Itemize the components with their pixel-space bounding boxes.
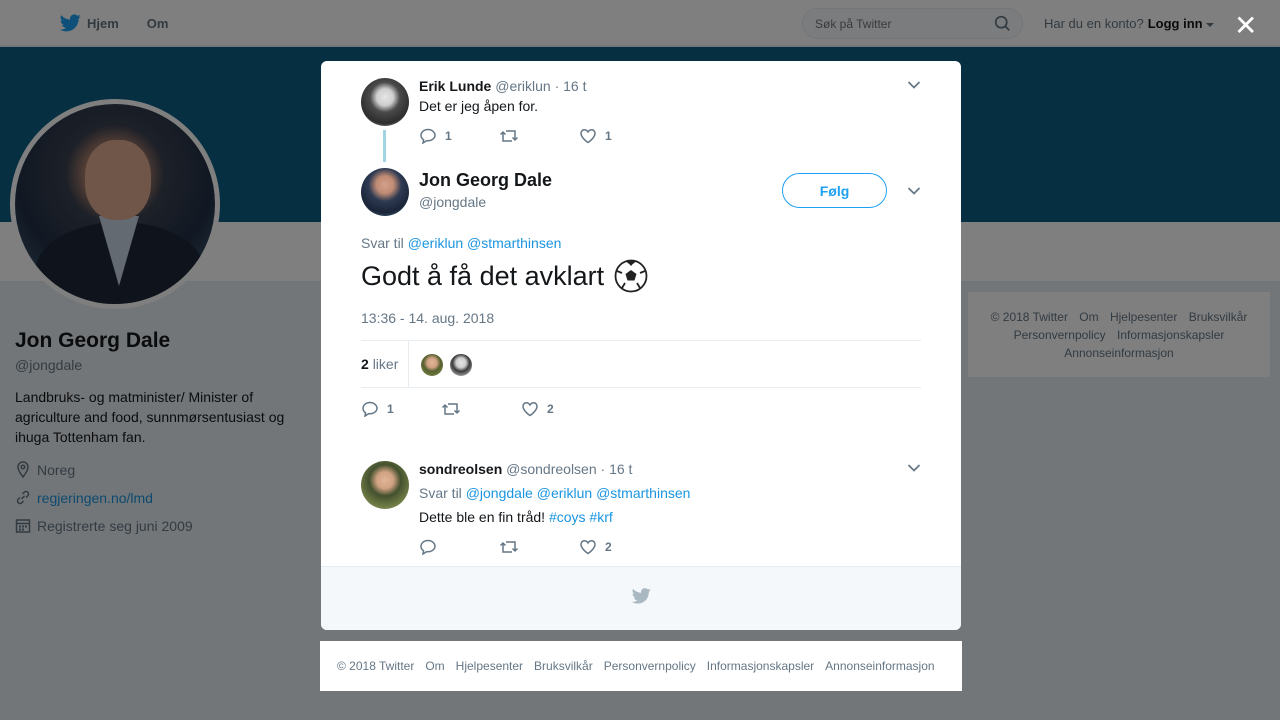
main-tweet-author-handle[interactable]: @jongdale (419, 194, 486, 210)
follow-button[interactable]: Følg (782, 173, 887, 208)
footer-terms[interactable]: Bruksvilkår (534, 659, 593, 673)
tweet-actions: 2 (419, 539, 659, 555)
stats-divider (408, 341, 409, 387)
likes-count-label: liker (372, 356, 399, 372)
reply-count: 1 (445, 129, 452, 143)
reply-context: Svar til @eriklun @stmarthinsen (361, 235, 561, 251)
footer-cookies[interactable]: Informasjonskapsler (707, 659, 814, 673)
tweet-timestamp[interactable]: 13:36 - 14. aug. 2018 (361, 310, 494, 326)
tweet-text-row: Dette ble en fin tråd! #coys #krf (419, 509, 613, 525)
reply-action[interactable]: 1 (361, 401, 441, 417)
chevron-down-icon[interactable] (907, 186, 921, 196)
reply-mentions[interactable]: @jongdale @eriklun @stmarthinsen (466, 485, 691, 501)
reply-icon (420, 539, 436, 555)
chevron-down-icon[interactable] (907, 463, 921, 473)
reply-tweet[interactable]: sondreolsen @sondreolsen · 16 t Svar til… (361, 461, 921, 561)
main-tweet-author-name[interactable]: Jon Georg Dale (419, 170, 552, 191)
reply-prefix: Svar til (419, 485, 462, 501)
like-count: 1 (605, 129, 612, 143)
tweet-stats: 2 liker (361, 340, 921, 388)
reply-context: Svar til @jongdale @eriklun @stmarthinse… (419, 485, 690, 501)
reply-icon (420, 128, 436, 144)
footer-privacy[interactable]: Personvernpolicy (604, 659, 696, 673)
parent-tweet[interactable]: Erik Lunde @eriklun · 16 t Det er jeg åp… (361, 78, 921, 168)
reply-icon (362, 401, 378, 417)
page-footer: © 2018 Twitter Om Hjelpesenter Bruksvilk… (320, 641, 962, 691)
tweet-author-name[interactable]: sondreolsen (419, 461, 502, 477)
heart-icon (580, 540, 596, 555)
main-tweet-text: Godt å få det avklart (361, 260, 605, 291)
soccer-ball-icon (614, 259, 648, 293)
close-icon[interactable]: ✕ (1234, 12, 1257, 40)
footer-help[interactable]: Hjelpesenter (456, 659, 523, 673)
retweet-icon (441, 403, 461, 415)
avatar[interactable] (361, 78, 409, 126)
likes-count[interactable]: 2 liker (361, 356, 398, 372)
like-count: 2 (547, 402, 554, 416)
like-action[interactable]: 2 (579, 539, 659, 555)
retweet-icon (499, 541, 519, 553)
retweet-action[interactable] (441, 401, 521, 417)
reply-count: 1 (387, 402, 394, 416)
like-action[interactable]: 2 (521, 401, 601, 417)
reply-mentions[interactable]: @eriklun @stmarthinsen (408, 235, 562, 251)
tweet-header: sondreolsen @sondreolsen · 16 t (419, 461, 632, 477)
likes-count-number: 2 (361, 356, 369, 372)
tweet-author-name[interactable]: Erik Lunde (419, 78, 491, 94)
retweet-icon (499, 130, 519, 142)
like-action[interactable]: 1 (579, 128, 659, 144)
tweet-actions: 1 1 (419, 128, 659, 144)
main-tweet-text-row: Godt å få det avklart (361, 259, 648, 293)
main-tweet-actions: 1 2 (361, 401, 601, 417)
tweet-text: Det er jeg åpen for. (419, 98, 539, 114)
tweet-text: Dette ble en fin tråd! (419, 509, 546, 525)
reply-action[interactable] (419, 539, 499, 555)
retweet-action[interactable] (499, 539, 579, 555)
twitter-bird-icon (632, 588, 651, 604)
tweet-hashtags[interactable]: #coys #krf (549, 509, 613, 525)
thread-line (383, 130, 386, 162)
chevron-down-icon[interactable] (907, 80, 921, 90)
heart-icon (522, 402, 538, 417)
avatar[interactable] (361, 461, 409, 509)
footer-about[interactable]: Om (425, 659, 444, 673)
reply-action[interactable]: 1 (419, 128, 499, 144)
liker-avatar[interactable] (449, 353, 473, 377)
tweet-time[interactable]: · 16 t (555, 78, 587, 94)
footer-copyright: © 2018 Twitter (337, 659, 415, 673)
heart-icon (580, 129, 596, 144)
tweet-author-handle[interactable]: @eriklun (495, 78, 550, 94)
tweet-modal: Erik Lunde @eriklun · 16 t Det er jeg åp… (321, 61, 961, 630)
tweet-author-handle[interactable]: @sondreolsen (506, 461, 597, 477)
tweet-header: Erik Lunde @eriklun · 16 t (419, 78, 587, 94)
like-count: 2 (605, 540, 612, 554)
avatar[interactable] (361, 168, 409, 216)
reply-prefix: Svar til (361, 235, 404, 251)
footer-ads[interactable]: Annonseinformasjon (825, 659, 934, 673)
liker-avatar[interactable] (420, 353, 444, 377)
retweet-action[interactable] (499, 128, 579, 144)
tweet-time[interactable]: · 16 t (601, 461, 633, 477)
